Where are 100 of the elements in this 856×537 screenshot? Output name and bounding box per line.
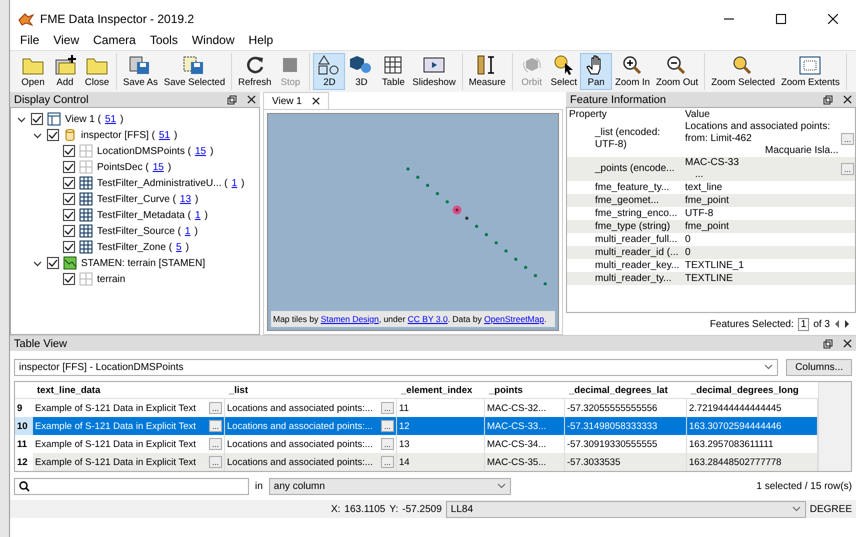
property-value: fme_point — [685, 194, 729, 206]
more-button[interactable]: ... — [209, 420, 222, 432]
table-grid-icon — [79, 224, 93, 238]
chevron-icon[interactable] — [16, 114, 26, 124]
more-button[interactable]: ... — [841, 133, 854, 145]
more-button[interactable]: ... — [381, 402, 394, 414]
feature-count-link[interactable]: 13 — [180, 194, 192, 204]
toolbar-button[interactable]: Measure — [466, 53, 509, 90]
float-icon[interactable] — [227, 94, 237, 104]
close-icon[interactable] — [843, 95, 852, 104]
feature-count-link[interactable]: 15 — [152, 162, 164, 172]
close-icon[interactable] — [247, 95, 256, 104]
toolbar-button[interactable]: 2D — [313, 53, 346, 90]
layer-checkbox[interactable] — [63, 225, 75, 237]
layer-checkbox[interactable] — [63, 145, 75, 157]
layer-label: TestFilter_Metadata ( — [97, 210, 191, 220]
row-number[interactable]: 10 — [15, 417, 33, 435]
table-cell: Example of S-121 Data in Explicit Text ... — [33, 417, 225, 435]
layer-checkbox[interactable] — [63, 161, 75, 173]
map-canvas[interactable]: Map tiles by Stamen Design, under CC BY 3.0. Data by OpenStreetMap. — [267, 113, 559, 331]
toolbar-button[interactable]: Add — [49, 53, 81, 90]
panel-title: Feature Information — [570, 94, 667, 106]
view-tab[interactable]: View 1 — [263, 92, 329, 109]
more-button[interactable]: ... — [841, 163, 854, 175]
search-field[interactable] — [14, 478, 249, 494]
more-button[interactable]: ... — [381, 438, 394, 450]
scrollbar[interactable] — [818, 382, 851, 471]
x-coordinate: 163.1105 — [344, 504, 386, 514]
toolbar-button[interactable]: Save As — [120, 53, 161, 90]
menu-item[interactable]: Camera — [87, 33, 142, 47]
layer-checkbox[interactable] — [63, 209, 75, 221]
toolbar-button[interactable]: Save Selected — [160, 53, 228, 90]
column-dropdown[interactable]: any column — [268, 478, 511, 494]
layer-checkbox[interactable] — [63, 273, 75, 285]
table-cell: Locations and associated points:... ... — [225, 417, 397, 435]
close-icon[interactable] — [843, 339, 852, 348]
more-button[interactable]: ... — [381, 420, 394, 432]
toolbar-button[interactable]: Zoom In — [612, 53, 653, 90]
more-button[interactable]: ... — [381, 456, 394, 468]
attribution-link[interactable]: CC BY 3.0 — [408, 314, 448, 324]
window-title: FME Data Inspector - 2019.2 — [40, 12, 194, 26]
float-icon[interactable] — [823, 338, 833, 348]
layer-label: ) — [168, 162, 172, 172]
table-cell: MAC-CS-32... — [485, 399, 565, 417]
float-icon[interactable] — [823, 94, 833, 104]
feature-count-link[interactable]: 1 — [184, 226, 190, 236]
layer-checkbox[interactable] — [47, 257, 59, 269]
toolbar-button[interactable]: Slideshow — [409, 53, 459, 90]
toolbar-button[interactable]: Refresh — [235, 53, 274, 90]
more-button[interactable]: ... — [209, 402, 222, 414]
columns-button[interactable]: Columns... — [786, 358, 852, 376]
layer-label: ) — [241, 178, 244, 188]
toolbar-button[interactable]: Zoom Extents — [778, 53, 843, 90]
property-value: UTF-8 — [685, 208, 714, 218]
property-value: text_line — [685, 182, 722, 192]
x-label: X: — [330, 504, 340, 514]
dataset-dropdown[interactable]: inspector [FFS] - LocationDMSPoints — [14, 358, 778, 376]
toolbar-button[interactable]: Open — [17, 53, 49, 90]
layer-checkbox[interactable] — [63, 193, 75, 205]
more-button[interactable]: ... — [209, 456, 222, 468]
layer-checkbox[interactable] — [63, 177, 75, 189]
toolbar-button[interactable]: 3D — [345, 53, 378, 90]
feature-count-link[interactable]: 5 — [176, 242, 182, 252]
attribution-text: Map tiles by Stamen Design, under CC BY 3.0. Data by OpenStreetMap. — [271, 311, 555, 327]
layer-checkbox[interactable] — [63, 241, 75, 253]
table-cell: 163.30702594444446 — [687, 417, 818, 435]
units-label: DEGREE — [810, 504, 852, 514]
toolbar-button[interactable]: Pan — [580, 53, 612, 90]
toolbar-button[interactable]: Close — [81, 53, 113, 90]
toolbar-button[interactable]: Zoom Selected — [708, 53, 778, 90]
chevron-icon[interactable] — [32, 258, 42, 268]
menu-item[interactable]: View — [47, 33, 86, 47]
property-value: 0 — [685, 246, 691, 258]
chevron-icon[interactable] — [32, 130, 42, 140]
feature-count-link[interactable]: 1 — [194, 210, 200, 220]
feature-count-link[interactable]: 51 — [104, 114, 116, 124]
toolbar-button[interactable]: Select — [548, 53, 580, 90]
column-header: Value — [684, 108, 711, 120]
attribution-link[interactable]: OpenStreetMap — [484, 314, 544, 324]
table-cell: 2.7219444444444445 — [687, 399, 818, 417]
menu-item[interactable]: File — [14, 33, 46, 47]
layer-checkbox[interactable] — [31, 113, 43, 125]
next-icon[interactable] — [844, 320, 850, 328]
toolbar-button[interactable]: Zoom Out — [652, 53, 702, 90]
more-button[interactable]: ... — [209, 438, 222, 450]
page-field[interactable]: 1 — [798, 318, 810, 330]
menu-item[interactable]: Window — [186, 33, 241, 47]
previous-icon[interactable] — [834, 320, 840, 328]
feature-count-link[interactable]: 1 — [232, 178, 238, 188]
crs-dropdown[interactable]: LL84 — [446, 500, 806, 518]
feature-count-link[interactable]: 15 — [194, 146, 206, 156]
feature-count-link[interactable]: 51 — [158, 130, 170, 140]
close-icon[interactable] — [312, 97, 320, 105]
map-layer-icon — [63, 256, 77, 270]
table-cell: Locations and associated points:... ... — [225, 435, 397, 453]
layer-checkbox[interactable] — [47, 129, 59, 141]
menu-item[interactable]: Tools — [144, 33, 184, 47]
attribution-link[interactable]: Stamen Design — [320, 314, 379, 324]
menu-item[interactable]: Help — [242, 33, 280, 47]
toolbar-button[interactable]: Table — [377, 53, 410, 90]
